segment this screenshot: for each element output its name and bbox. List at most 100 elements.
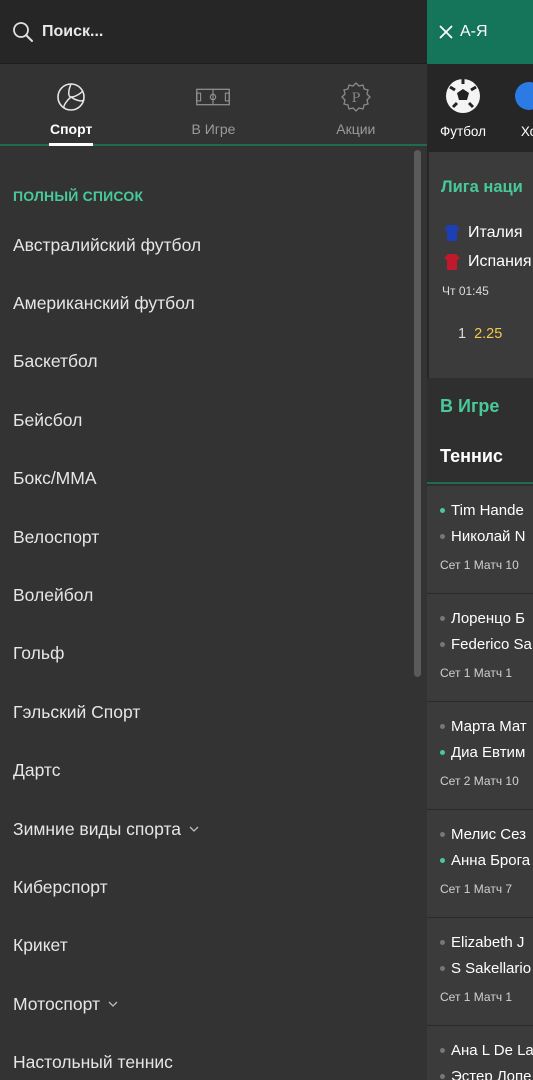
tab-in-play[interactable]: В Игре <box>142 64 284 144</box>
match-card[interactable]: Ана L De La Эстер Лопе <box>427 1026 533 1080</box>
sport-list-item[interactable]: Гэльский Спорт <box>0 683 400 741</box>
sport-list-item[interactable]: Австралийский футбол <box>0 216 400 274</box>
match-card[interactable]: Tim Hande Николай N Сет 1 Матч 10 <box>427 486 533 594</box>
sport-list-item[interactable]: Крикет <box>0 917 400 975</box>
team-name: Испания <box>468 253 532 270</box>
player-name: Ана L De La <box>451 1042 533 1059</box>
serve-indicator-icon <box>440 832 445 837</box>
odds-value: 2.25 <box>474 326 503 342</box>
serve-indicator-icon <box>440 858 445 863</box>
search-bar[interactable]: Поиск... <box>0 0 427 64</box>
league-card[interactable]: Лига наци Италия Испания Чт 01:45 1 2.25 <box>427 152 533 378</box>
sport-list-item[interactable]: Зимние виды спорта <box>0 800 400 858</box>
match-card[interactable]: Мелис Сез Анна Брога Сет 1 Матч 7 <box>427 810 533 918</box>
tab-sport[interactable]: Спорт <box>0 64 142 144</box>
sport-label: Американский футбол <box>13 293 195 314</box>
match-status: Сет 1 Матч 7 <box>440 882 513 896</box>
list-section-title: ПОЛНЫЙ СПИСОК <box>13 188 144 204</box>
serve-indicator-icon <box>440 724 445 729</box>
sport-list-item[interactable]: Киберспорт <box>0 858 400 916</box>
serve-indicator-icon <box>440 1048 445 1053</box>
sport-label: Баскетбол <box>13 351 98 372</box>
az-sort-button[interactable]: А-Я <box>427 0 533 64</box>
chevron-down-icon <box>189 826 199 833</box>
serve-indicator-icon <box>440 616 445 621</box>
player-name: Эстер Лопе <box>451 1068 532 1080</box>
match-card[interactable]: Elizabeth J S Sakellario Сет 1 Матч 1 <box>427 918 533 1026</box>
player-row: Ана L De La <box>440 1042 533 1059</box>
sport-label: Бокс/MMA <box>13 468 97 489</box>
odds-button[interactable]: 1 2.25 <box>458 326 502 342</box>
volleyball-icon <box>54 80 88 114</box>
player-row: Анна Брога <box>440 852 530 869</box>
match-card[interactable]: Лоренцо Б Federico Sa Сет 1 Матч 1 <box>427 594 533 702</box>
sport-list-item[interactable]: Американский футбол <box>0 274 400 332</box>
sport-strip: Футбол Хо <box>427 64 533 152</box>
hockey-icon <box>515 82 533 110</box>
search-input[interactable]: Поиск... <box>42 23 103 41</box>
chevron-down-icon <box>108 1001 118 1008</box>
serve-indicator-icon <box>440 642 445 647</box>
sport-list-item[interactable]: Мотоспорт <box>0 975 400 1033</box>
jersey-icon <box>444 225 460 241</box>
sport-label: Дартс <box>13 760 61 781</box>
serve-indicator-icon <box>440 534 445 539</box>
search-icon <box>13 21 33 42</box>
match-status: Сет 1 Матч 1 <box>440 990 513 1004</box>
close-icon <box>439 25 453 39</box>
team-home: Италия <box>443 224 522 242</box>
tab-label: Акции <box>336 121 376 137</box>
odds-label: 1 <box>458 326 467 342</box>
sport-list-item[interactable]: Бейсбол <box>0 391 400 449</box>
sport-label: Зимние виды спорта <box>13 818 181 839</box>
in-play-section: В Игре Теннис <box>427 378 533 484</box>
player-name: Николай N <box>451 528 526 545</box>
sport-list-item[interactable]: Гольф <box>0 625 400 683</box>
match-time: Чт 01:45 <box>442 284 489 298</box>
player-row: Марта Мат <box>440 718 527 735</box>
svg-text:P: P <box>351 91 360 106</box>
sport-list-item[interactable]: Волейбол <box>0 566 400 624</box>
soccer-ball-icon <box>446 79 481 113</box>
strip-label: Футбол <box>440 124 487 139</box>
sport-label: Гэльский Спорт <box>13 701 141 722</box>
pitch-icon <box>196 80 231 114</box>
serve-indicator-icon <box>440 1074 445 1079</box>
az-label: А-Я <box>460 23 488 40</box>
sport-label: Гольф <box>13 643 65 664</box>
sports-list: Австралийский футбол Американский футбол Б… <box>0 216 400 1080</box>
player-name: Марта Мат <box>451 718 527 735</box>
player-name: Анна Брога <box>451 852 531 869</box>
sport-label: Мотоспорт <box>13 993 100 1014</box>
sport-label: Велоспорт <box>13 526 100 547</box>
strip-item-hockey[interactable]: Хо <box>511 78 533 139</box>
strip-item-football[interactable]: Футбол <box>440 78 486 139</box>
sport-list-item[interactable]: Дартс <box>0 742 400 800</box>
scrollbar[interactable] <box>414 150 421 677</box>
tab-promotions[interactable]: P Акции <box>285 64 427 144</box>
player-name: Elizabeth J <box>451 934 525 951</box>
in-play-title[interactable]: В Игре <box>440 396 499 417</box>
sport-list-item[interactable]: Велоспорт <box>0 508 400 566</box>
sport-label: Киберспорт <box>13 876 108 897</box>
main-content: А-Я Футбол Хо Лига наци Италия <box>427 0 533 1080</box>
player-row: Лоренцо Б <box>440 610 525 627</box>
sport-list-item[interactable]: Бокс/MMA <box>0 450 400 508</box>
match-card[interactable]: Марта Мат Диа Евтим Сет 2 Матч 10 <box>427 702 533 810</box>
player-row: Tim Hande <box>440 502 524 519</box>
drawer-tabs: Спорт В Игре P Акции <box>0 64 427 146</box>
sport-heading: Теннис <box>440 446 503 466</box>
strip-label: Хо <box>520 124 533 139</box>
sport-list-item[interactable]: Настольный теннис <box>0 1033 400 1080</box>
sport-label: Настольный теннис <box>13 1052 173 1073</box>
sport-label: Бейсбол <box>13 409 83 430</box>
match-status: Сет 2 Матч 10 <box>440 774 519 788</box>
player-name: Диа Евтим <box>451 744 526 761</box>
player-row: Federico Sa <box>440 636 532 653</box>
sports-drawer: Поиск... Спорт В Игре P Акции ПОЛНЫЙ СПИ… <box>0 0 427 1080</box>
team-away: Испания <box>443 253 532 271</box>
player-name: Лоренцо Б <box>451 610 525 627</box>
serve-indicator-icon <box>440 940 445 945</box>
sport-list-item[interactable]: Баскетбол <box>0 333 400 391</box>
player-row: S Sakellario <box>440 960 531 977</box>
